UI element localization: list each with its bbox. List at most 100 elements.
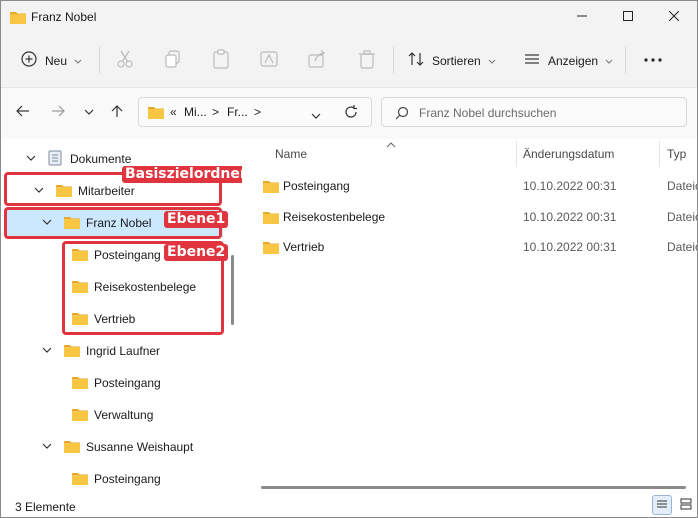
file-type: Dateio [667, 210, 697, 224]
breadcrumb-item-franz-nobel[interactable]: Fr... [227, 105, 248, 119]
tree-label: Ingrid Laufner [86, 344, 161, 358]
more-icon [643, 52, 663, 71]
toolbar-separator [99, 47, 100, 73]
folder-icon [72, 471, 88, 488]
chevron-down-icon [74, 54, 82, 68]
breadcrumb-overflow[interactable]: « [170, 105, 177, 119]
file-date: 10.10.2022 00:31 [523, 179, 617, 193]
chevron-down-icon[interactable] [42, 344, 52, 358]
column-divider[interactable] [516, 141, 517, 167]
sort-icon [408, 51, 424, 70]
folder-icon [263, 240, 279, 257]
view-label: Anzeigen [548, 53, 599, 68]
tree-item-dokumente[interactable]: Dokumente [26, 147, 131, 171]
annotation-label-base: Basiszielordner [122, 166, 250, 183]
folder-icon [72, 375, 88, 392]
sort-button[interactable]: Sortieren [408, 51, 496, 70]
details-view-button[interactable] [652, 495, 672, 515]
file-date: 10.10.2022 00:31 [523, 240, 617, 254]
column-header-name[interactable]: Name [275, 147, 307, 161]
arrow-right-icon [51, 105, 65, 120]
tiles-view-button[interactable] [676, 495, 696, 515]
more-button[interactable] [643, 52, 663, 71]
file-row[interactable]: Reisekostenbelege 10.10.2022 00:31 Datei… [261, 205, 697, 231]
recent-locations-button[interactable] [80, 102, 98, 122]
title-bar: Franz Nobel [1, 1, 697, 33]
item-count: 3 Elemente [15, 500, 76, 514]
search-icon [395, 106, 409, 123]
details-view-icon [656, 498, 668, 513]
file-name: Reisekostenbelege [283, 210, 386, 224]
chevron-down-icon[interactable] [311, 109, 321, 123]
column-divider[interactable] [659, 141, 660, 167]
file-date: 10.10.2022 00:31 [523, 210, 617, 224]
up-button[interactable] [108, 102, 126, 122]
tree-item-verwaltung[interactable]: Verwaltung [72, 403, 153, 427]
maximize-button[interactable] [605, 1, 651, 33]
file-row[interactable]: Vertrieb 10.10.2022 00:31 Dateio [261, 235, 697, 261]
horizontal-scrollbar[interactable] [261, 486, 686, 489]
share-icon[interactable] [307, 49, 327, 69]
folder-icon [263, 210, 279, 227]
folder-icon [64, 343, 80, 360]
breadcrumb-separator: > [254, 105, 262, 119]
paste-icon[interactable] [211, 49, 231, 69]
minimize-icon [577, 10, 587, 24]
tree-item-ingrid-laufner[interactable]: Ingrid Laufner [42, 339, 160, 363]
file-row[interactable]: Posteingang 10.10.2022 00:31 Dateio [261, 174, 697, 200]
maximize-icon [623, 10, 633, 24]
view-button[interactable]: Anzeigen [524, 51, 613, 70]
tiles-view-icon [680, 498, 692, 513]
new-button[interactable]: Neu [21, 51, 82, 70]
tree-item-susanne-weishaupt[interactable]: Susanne Weishaupt [42, 435, 193, 459]
sort-ascending-icon [386, 137, 396, 151]
tree-label: Dokumente [70, 152, 132, 166]
tree-label: Posteingang [94, 472, 161, 486]
tree-item-posteingang[interactable]: Posteingang [72, 467, 161, 491]
tree-label: Susanne Weishaupt [86, 440, 194, 454]
chevron-down-icon [488, 54, 496, 68]
arrow-left-icon [16, 105, 30, 120]
folder-icon [72, 407, 88, 424]
copy-icon[interactable] [163, 49, 183, 69]
address-bar[interactable]: « Mi... > Fr... > [138, 97, 372, 127]
annotation-label-level2: Ebene2 [164, 244, 229, 261]
folder-icon [148, 105, 164, 122]
explorer-window: Franz Nobel Neu Sortieren Anzeigen « Mi.… [0, 0, 698, 518]
delete-icon[interactable] [357, 49, 377, 69]
file-name: Vertrieb [283, 240, 325, 254]
arrow-up-icon [111, 104, 123, 121]
status-bar: 3 Elemente [1, 495, 697, 517]
refresh-icon[interactable] [343, 104, 359, 123]
file-type: Dateio [667, 179, 697, 193]
close-button[interactable] [651, 1, 697, 33]
tree-label: Verwaltung [94, 408, 154, 422]
rename-icon[interactable] [259, 49, 279, 69]
window-title: Franz Nobel [31, 10, 97, 24]
file-type: Dateio [667, 240, 697, 254]
chevron-down-icon[interactable] [42, 440, 52, 454]
toolbar-separator [393, 47, 394, 73]
breadcrumb-item-mitarbeiter[interactable]: Mi... [184, 105, 207, 119]
folder-icon [263, 179, 279, 196]
tree-item-posteingang[interactable]: Posteingang [72, 371, 161, 395]
close-icon [668, 10, 680, 24]
toolbar-separator [625, 47, 626, 73]
sort-label: Sortieren [432, 53, 481, 68]
minimize-button[interactable] [559, 1, 605, 33]
navigation-scrollbar[interactable] [231, 255, 234, 325]
search-placeholder: Franz Nobel durchsuchen [419, 106, 557, 120]
forward-button[interactable] [49, 102, 67, 122]
file-name: Posteingang [283, 179, 350, 193]
chevron-down-icon [84, 105, 94, 119]
annotation-label-level1: Ebene1 [164, 211, 229, 228]
back-button[interactable] [14, 102, 32, 122]
search-box[interactable]: Franz Nobel durchsuchen [381, 97, 687, 127]
new-label: Neu [45, 53, 68, 68]
document-icon [48, 150, 62, 169]
plus-icon [21, 51, 37, 70]
column-header-type[interactable]: Typ [667, 147, 686, 161]
chevron-down-icon[interactable] [26, 152, 36, 166]
cut-icon[interactable] [115, 49, 135, 69]
column-header-date[interactable]: Änderungsdatum [523, 147, 614, 161]
